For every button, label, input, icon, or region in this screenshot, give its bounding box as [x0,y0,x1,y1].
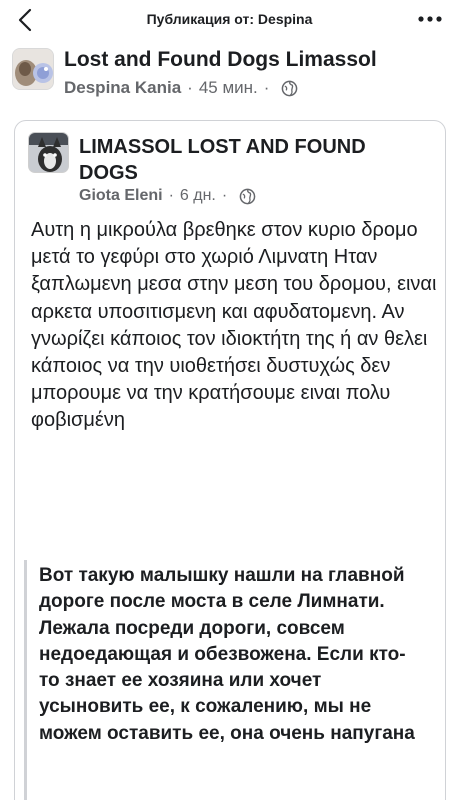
meta-separator: · [263,78,270,97]
post-body-text: Αυτη η μικρούλα βρεθηκε στον κυριο δρομο… [31,219,437,432]
group-avatar-image [13,49,53,89]
more-dots-icon [418,16,442,22]
page-title: Публикация от: Despina [146,11,313,27]
meta-separator: · [221,187,228,204]
group-avatar[interactable] [12,48,54,90]
shared-group-name-link[interactable]: LIMASSOL LOST AND FOUND DOGS [79,134,379,186]
globe-icon [282,80,298,96]
post-header: Lost and Found Dogs Limassol Despina Kan… [0,40,459,106]
group-name-link[interactable]: Lost and Found Dogs Limassol [64,48,377,72]
author-name-link[interactable]: Despina Kania [64,78,181,98]
shared-author-name-link[interactable]: Giota Eleni [79,187,163,205]
meta-separator: · [187,78,193,97]
translation-quote: Вот такую малышку нашли на главной дорог… [24,560,424,800]
post-time[interactable]: 45 мин. [199,78,258,98]
shared-group-avatar-image [29,133,68,172]
meta-separator: · [168,187,174,204]
more-options-button[interactable] [415,8,445,30]
translation-text: Вот такую малышку нашли на главной дорог… [39,565,415,744]
shared-post-meta: Giota Eleni · 6 дн. · [79,187,256,205]
post-meta: Despina Kania · 45 мин. · [64,78,298,98]
shared-post-time[interactable]: 6 дн. [180,187,216,205]
top-bar: Публикация от: Despina [0,0,459,40]
shared-group-avatar[interactable] [28,132,69,173]
globe-icon [239,188,256,204]
